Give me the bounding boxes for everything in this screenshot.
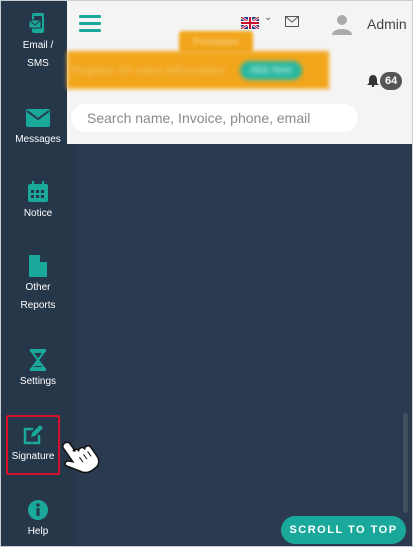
sidebar-item-label: Notice xyxy=(23,208,53,219)
hourglass-icon xyxy=(29,347,47,373)
scrollbar[interactable] xyxy=(403,413,408,513)
promo-button[interactable]: click here xyxy=(239,60,302,80)
search-input[interactable] xyxy=(71,104,358,132)
sidebar-item-label: Messages xyxy=(15,134,61,145)
app-frame: Email / SMS Messages Notice Other Report… xyxy=(0,0,413,547)
top-header: ⌄ Admin Promotion Register for extra inf… xyxy=(67,1,412,144)
scroll-to-top-button[interactable]: SCROLL TO TOP xyxy=(281,516,406,544)
promo-text: Register for extra information xyxy=(71,63,226,77)
mail-icon[interactable] xyxy=(285,14,299,27)
edit-icon xyxy=(22,422,44,448)
sidebar-item-label: Settings xyxy=(19,376,57,387)
sidebar-item-notice[interactable]: Notice xyxy=(3,179,73,223)
sidebar-item-messages[interactable]: Messages xyxy=(3,105,73,149)
sidebar-item-signature[interactable]: Signature xyxy=(6,415,60,475)
sidebar-item-other-reports[interactable]: Other Reports xyxy=(3,253,73,315)
file-icon xyxy=(29,253,47,279)
promo-tab[interactable]: Promotion xyxy=(179,31,253,53)
user-name[interactable]: Admin xyxy=(367,16,407,32)
sidebar-item-email-sms[interactable]: Email / SMS xyxy=(3,11,73,73)
info-circle-icon xyxy=(28,497,48,523)
bell-icon[interactable] xyxy=(367,74,379,88)
user-avatar-icon[interactable] xyxy=(331,13,353,35)
sidebar-item-label: Other Reports xyxy=(20,282,56,311)
notification-count-badge[interactable]: 64 xyxy=(380,72,403,90)
sidebar-item-help[interactable]: Help xyxy=(3,497,73,541)
sidebar-item-label: Signature xyxy=(11,451,55,462)
email-sms-icon xyxy=(28,11,48,37)
sidebar-item-label: Help xyxy=(27,526,49,537)
calendar-icon xyxy=(27,179,49,205)
pointer-hand-icon xyxy=(59,435,101,481)
uk-flag-icon[interactable] xyxy=(240,15,260,31)
promo-area: Promotion Register for extra information… xyxy=(67,29,329,89)
promo-banner: Register for extra information click her… xyxy=(67,51,329,89)
sidebar-item-settings[interactable]: Settings xyxy=(3,347,73,391)
chevron-down-icon[interactable]: ⌄ xyxy=(264,12,272,23)
envelope-icon xyxy=(26,105,50,131)
sidebar-item-label: Email / SMS xyxy=(22,40,54,69)
